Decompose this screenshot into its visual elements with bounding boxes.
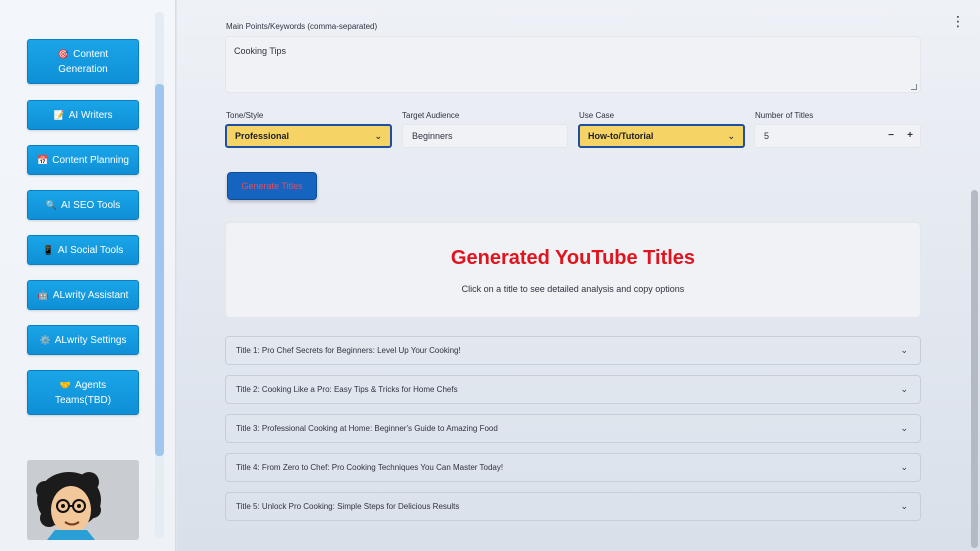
main-scrollbar-thumb[interactable] (971, 190, 978, 548)
results-header-card: Generated YouTube Titles Click on a titl… (225, 222, 921, 318)
more-options-icon[interactable]: ⋮ (951, 14, 965, 28)
magnifier-icon: 🔍 (45, 199, 57, 210)
handshake-icon: 🤝 Agents Teams(TBD) (54, 379, 112, 406)
results-heading: Generated YouTube Titles (450, 247, 696, 269)
sidebar-item-alwrity-settings[interactable]: ⚙️ ALwrity Settings (27, 325, 139, 355)
title-expander-1[interactable]: Title 1: Pro Chef Secrets for Beginners:… (225, 336, 921, 365)
expander-label: Title 3: Professional Cooking at Home: B… (236, 424, 498, 433)
resize-handle-icon[interactable] (911, 84, 917, 90)
sidebar-item-label: AI SEO Tools (60, 199, 121, 211)
usecase-value: How-to/Tutorial (588, 131, 654, 141)
increment-button[interactable]: + (902, 128, 918, 144)
chevron-down-icon: ⌄ (900, 462, 908, 472)
expander-label: Title 1: Pro Chef Secrets for Beginners:… (236, 346, 461, 355)
chevron-down-icon: ⌄ (900, 501, 908, 511)
chevron-down-icon: ⌄ (900, 345, 908, 355)
title-expander-3[interactable]: Title 3: Professional Cooking at Home: B… (225, 414, 921, 443)
chevron-down-icon: ⌄ (727, 131, 735, 141)
generate-titles-button[interactable]: Generate Titles (227, 172, 317, 200)
sidebar-item-ai-social-tools[interactable]: 📱 AI Social Tools (27, 235, 139, 265)
calendar-icon: 📅 (37, 154, 49, 165)
sidebar-item-content-planning[interactable]: 📅 Content Planning (27, 145, 139, 175)
results-subtext: Click on a title to see detailed analysi… (461, 284, 685, 294)
expander-label: Title 5: Unlock Pro Cooking: Simple Step… (236, 502, 460, 511)
sidebar-item-alwrity-assistant[interactable]: 🤖 ALwrity Assistant (27, 280, 139, 310)
sidebar-item-ai-seo-tools[interactable]: 🔍 AI SEO Tools (27, 190, 139, 220)
sidebar-item-label: Content Planning (52, 154, 129, 166)
keywords-textarea[interactable]: Cooking Tips (225, 36, 921, 93)
target-icon: 🎯 Content Generation (57, 48, 109, 75)
sidebar-item-ai-writers[interactable]: 📝 AI Writers (27, 100, 139, 130)
keywords-label: Main Points/Keywords (comma-separated) (226, 22, 378, 31)
sidebar-item-content-generation[interactable]: 🎯 Content Generation (27, 39, 139, 84)
chevron-down-icon: ⌄ (900, 423, 908, 433)
expander-label: Title 2: Cooking Like a Pro: Easy Tips &… (236, 385, 458, 394)
memo-icon: 📝 (53, 109, 65, 120)
audience-label: Target Audience (402, 111, 460, 120)
keywords-value: Cooking Tips (234, 46, 287, 56)
audience-value: Beginners (412, 131, 453, 141)
tone-label: Tone/Style (226, 111, 264, 120)
expander-label: Title 4: From Zero to Chef: Pro Cooking … (236, 463, 504, 472)
usecase-label: Use Case (579, 111, 615, 120)
sidebar-scrollbar-thumb[interactable] (155, 84, 164, 456)
mobile-phone-icon: 📱 (42, 244, 54, 255)
chevron-down-icon: ⌄ (900, 384, 908, 394)
sidebar-item-label: ALwrity Assistant (52, 289, 129, 301)
title-expander-5[interactable]: Title 5: Unlock Pro Cooking: Simple Step… (225, 492, 921, 521)
tone-value: Professional (235, 131, 290, 141)
avatar (27, 460, 139, 540)
usecase-select[interactable]: How-to/Tutorial ⌄ (578, 124, 745, 148)
chevron-down-icon: ⌄ (374, 131, 382, 141)
sidebar-item-agents-teams[interactable]: 🤝 Agents Teams(TBD) (27, 370, 139, 415)
sidebar-item-label: AI Social Tools (57, 244, 124, 256)
robot-icon: 🤖 (37, 289, 49, 300)
decrement-button[interactable]: − (883, 128, 899, 144)
sidebar-item-label: AI Writers (68, 109, 113, 121)
num-titles-label: Number of Titles (755, 111, 814, 120)
audience-input[interactable]: Beginners (402, 124, 568, 148)
num-titles-value: 5 (764, 131, 770, 141)
sidebar-item-label: ALwrity Settings (54, 334, 127, 346)
title-expander-4[interactable]: Title 4: From Zero to Chef: Pro Cooking … (225, 453, 921, 482)
gear-icon: ⚙️ (39, 334, 51, 345)
tone-select[interactable]: Professional ⌄ (225, 124, 392, 148)
title-expander-2[interactable]: Title 2: Cooking Like a Pro: Easy Tips &… (225, 375, 921, 404)
